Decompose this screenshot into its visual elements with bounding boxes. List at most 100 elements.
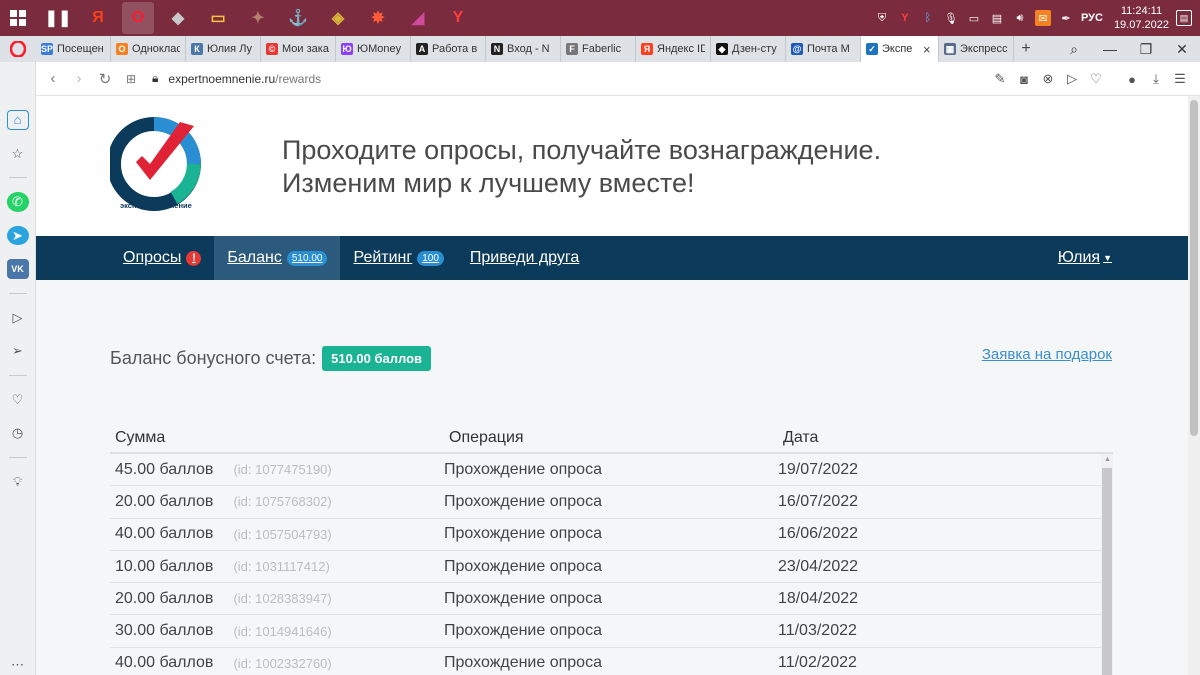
nav-surveys[interactable]: Опросы ! xyxy=(110,236,214,280)
expert-opinion-logo[interactable]: экспертное мнение xyxy=(110,116,202,212)
nav-invite-friend[interactable]: Приведи друга xyxy=(457,236,592,280)
browser-tab[interactable]: © Мои зака xyxy=(261,36,336,62)
opera-menu-button[interactable] xyxy=(0,36,36,62)
speed-dial-icon[interactable]: ⊞ xyxy=(118,66,144,92)
table-scrollbar-thumb[interactable] xyxy=(1102,468,1112,675)
easy-setup-icon[interactable]: ☰ xyxy=(1172,71,1188,87)
browser-tab[interactable]: A Работа в xyxy=(411,36,486,62)
pen-icon[interactable]: ✒ xyxy=(1058,10,1074,26)
tanks-app-icon[interactable]: ◆ xyxy=(162,2,194,34)
nav-rating[interactable]: Рейтинг 100 xyxy=(340,236,456,280)
clock[interactable]: 11:24:11 19.07.2022 xyxy=(1114,4,1169,32)
game-app-4-icon[interactable]: ◢ xyxy=(402,2,434,34)
back-button[interactable]: ‹ xyxy=(40,66,66,92)
more-icon[interactable]: ⋯ xyxy=(7,655,29,675)
browser-tab[interactable]: ▦ Экспресс xyxy=(939,36,1014,62)
close-window-button[interactable]: ✕ xyxy=(1164,41,1200,58)
address-actions: ✎ ◙ ⊗ ▷ ♡ ● ⤓ ☰ xyxy=(992,62,1200,96)
game-app-1-icon[interactable]: ✦ xyxy=(242,2,274,34)
browser-tab[interactable]: F Faberlic xyxy=(561,36,636,62)
game-app-3-icon[interactable]: ✸ xyxy=(362,2,394,34)
minimize-button[interactable]: — xyxy=(1092,41,1128,57)
star-icon[interactable]: ☆ xyxy=(7,144,29,164)
bookmark-heart-icon[interactable]: ♡ xyxy=(1088,71,1104,87)
home-icon[interactable]: ⌂ xyxy=(6,110,29,130)
new-tab-button[interactable]: + xyxy=(1014,36,1038,62)
search-tabs-icon[interactable]: ⌕ xyxy=(1056,41,1092,58)
cell-operation: Прохождение опроса xyxy=(444,622,602,640)
site-navbar: Опросы ! Баланс 510.00 Рейтинг 100 Приве… xyxy=(36,236,1188,280)
header-date: Дата xyxy=(783,429,819,446)
edit-icon[interactable]: ✎ xyxy=(992,71,1008,87)
maximize-button[interactable]: ❐ xyxy=(1128,41,1164,58)
table-row: 40.00 баллов (id: 1002332760) Прохождение … xyxy=(110,648,1113,675)
tab-label: Яндекс ID xyxy=(657,43,705,55)
yandex-browser-app-icon[interactable]: Y xyxy=(442,2,474,34)
battery-icon[interactable]: ▭ xyxy=(966,10,982,26)
page-scrollbar[interactable] xyxy=(1188,96,1200,675)
browser-tab[interactable]: ✓ Экспе × xyxy=(861,36,939,62)
transaction-id: (id: 1077475190) xyxy=(233,462,332,478)
tab-label: ЮMoney xyxy=(357,43,402,55)
microphone-icon[interactable]: 🎙︎ xyxy=(943,10,959,26)
browser-tab[interactable]: К Юлия Лу xyxy=(186,36,261,62)
forward-button[interactable]: › xyxy=(66,66,92,92)
game-app-2-icon[interactable]: ◈ xyxy=(322,2,354,34)
nav-balance-label: Баланс xyxy=(227,249,282,266)
cell-amount: 10.00 баллов (id: 1031117412) xyxy=(110,558,444,576)
volume-icon[interactable]: 🔊︎ xyxy=(1012,10,1028,26)
bluetooth-icon[interactable]: ᛒ xyxy=(920,10,936,26)
notifications-icon[interactable]: ▤ xyxy=(1176,10,1192,26)
lightbulb-icon[interactable]: 💡︎ xyxy=(7,472,29,492)
telegram-icon[interactable]: ➤ xyxy=(6,225,29,246)
balance-row: Баланс бонусного счета: 510.00 баллов xyxy=(110,346,432,371)
user-menu[interactable]: Юлия ▼ xyxy=(1058,236,1112,280)
history-icon[interactable]: ◷ xyxy=(7,423,29,443)
browser-tab[interactable]: N Вход - N xyxy=(486,36,561,62)
ship-app-icon[interactable]: ⚓ xyxy=(282,2,314,34)
vk-icon[interactable]: VK xyxy=(6,259,29,279)
transaction-id: (id: 1028383947) xyxy=(233,591,332,607)
tab-label: Дзен-сту xyxy=(732,43,777,55)
nav-balance[interactable]: Баланс 510.00 xyxy=(214,236,341,280)
reload-button[interactable]: ↻ xyxy=(92,66,118,92)
scroll-up-icon[interactable]: ▲ xyxy=(1104,456,1111,463)
browser-tab[interactable]: О Одноклас xyxy=(111,36,186,62)
shield-icon[interactable]: ⛨ xyxy=(874,10,890,26)
language-indicator[interactable]: РУС xyxy=(1081,12,1103,24)
ok-tray-icon[interactable]: ✉ xyxy=(1034,10,1051,26)
browser-tab[interactable]: ◆ Дзен-сту xyxy=(711,36,786,62)
player-icon[interactable]: ▷ xyxy=(7,308,29,328)
url-field[interactable]: 🔒︎ expertnoemnenie.ru/rewards xyxy=(152,71,321,86)
network-icon[interactable]: ▤ xyxy=(989,10,1005,26)
adblock-icon[interactable]: ⊗ xyxy=(1040,71,1056,87)
header-operation: Операция xyxy=(449,429,524,446)
table-header: Сумма Операция Дата xyxy=(110,424,1113,454)
tab-favicon-icon: ✓ xyxy=(866,43,878,55)
browser-tab[interactable]: Я Яндекс ID xyxy=(636,36,711,62)
table-scrollbar[interactable]: ▲ xyxy=(1101,454,1113,675)
gift-request-link[interactable]: Заявка на подарок xyxy=(982,346,1112,363)
camera-icon[interactable]: ◙ xyxy=(1016,72,1032,87)
browser-tab[interactable]: SP Посещен xyxy=(36,36,111,62)
page-scrollbar-thumb[interactable] xyxy=(1190,100,1198,436)
profile-icon[interactable]: ● xyxy=(1124,72,1140,87)
send-page-icon[interactable]: ▷ xyxy=(1064,71,1080,87)
folder-app-icon[interactable]: ▭ xyxy=(202,2,234,34)
task-view-icon[interactable]: ❚❚ xyxy=(42,2,74,34)
whatsapp-icon[interactable]: ✆ xyxy=(6,192,29,212)
opera-app-icon[interactable]: O xyxy=(122,2,154,34)
tab-close-icon[interactable]: × xyxy=(923,42,933,57)
cell-operation: Прохождение опроса xyxy=(444,589,602,607)
heart-icon[interactable]: ♡ xyxy=(7,390,29,410)
windows-start-button[interactable] xyxy=(0,0,36,36)
sidebar-divider xyxy=(8,292,27,294)
browser-tab[interactable]: @ Почта М xyxy=(786,36,861,62)
logo-text: экспертное мнение xyxy=(120,201,192,210)
yandex-tray-icon[interactable]: Y xyxy=(897,10,913,26)
table-row: 10.00 баллов (id: 1031117412) Прохождение … xyxy=(110,551,1113,584)
download-icon[interactable]: ⤓ xyxy=(1148,71,1164,87)
browser-tab[interactable]: Ю ЮMoney xyxy=(336,36,411,62)
yandex-app-icon[interactable]: Я xyxy=(82,2,114,34)
send-icon[interactable]: ➢ xyxy=(7,341,29,361)
